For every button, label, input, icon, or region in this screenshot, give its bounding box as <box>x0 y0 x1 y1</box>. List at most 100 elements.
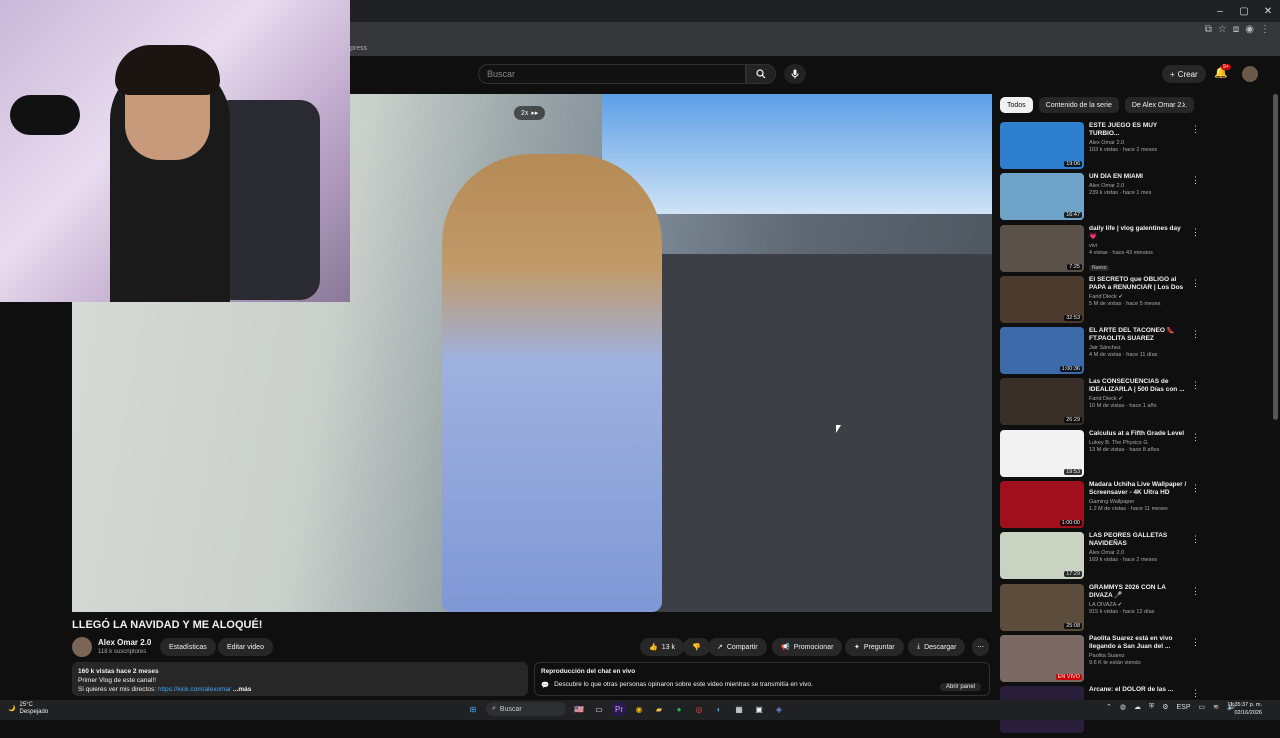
more-vert-icon[interactable]: ⋮ <box>1191 483 1200 494</box>
chrome-alt-icon[interactable]: ◎ <box>692 702 706 716</box>
channel-name[interactable]: Farid Dieck ✔ <box>1089 294 1189 300</box>
channel-name[interactable]: Alex Omar 2.0 <box>1089 550 1189 556</box>
spotify-icon[interactable]: ● <box>672 702 686 716</box>
tray-cloud-icon[interactable]: ☁ <box>1134 703 1141 711</box>
recommendation-item[interactable]: 17:29 LAS PEORES GALLETAS NAVIDEÑAS Alex O… <box>1000 532 1210 583</box>
chip-all[interactable]: Todos <box>1000 97 1033 113</box>
channel-name[interactable]: Farid Dieck ✔ <box>1089 396 1189 402</box>
recommendation-item[interactable]: 25:08 GRAMMYS 2026 CON LA DIVAZA 🎤 LA DIVA… <box>1000 583 1210 635</box>
taskbar-clock[interactable]: 11:35:37 p. m. 02/16/2026 <box>1227 701 1262 717</box>
recommendation-item[interactable]: 32:53 El SECRETO que OBLIGÓ al PAPA a REN… <box>1000 275 1210 327</box>
weather-widget[interactable]: 🌙 25°C Despejado <box>8 702 48 716</box>
channel-name[interactable]: Alex Omar 2.0 <box>1089 183 1189 189</box>
voice-search-button[interactable] <box>784 64 806 84</box>
recommendation-item[interactable]: 16:47 UN DÍA EN MIAMI Alex Omar 2.0 239 k v… <box>1000 173 1210 224</box>
profile-icon[interactable]: ◉ <box>1245 24 1254 35</box>
channel-name[interactable]: Lukey B. The Physics G <box>1089 440 1189 446</box>
create-button[interactable]: + Crear <box>1162 65 1206 83</box>
monitor-icon[interactable]: ▭ <box>1199 703 1206 711</box>
video-thumbnail[interactable]: 1:00:36 <box>1000 327 1084 375</box>
star-icon[interactable]: ☆ <box>1218 24 1227 35</box>
video-title[interactable]: ESTE JUEGO ES MUY TURBIO... <box>1089 122 1189 138</box>
video-title[interactable]: UN DÍA EN MIAMI <box>1089 173 1189 181</box>
recommendation-item[interactable]: 19:06 ESTE JUEGO ES MUY TURBIO... Alex Oma… <box>1000 122 1210 173</box>
edit-video-button[interactable]: Editar video <box>218 638 273 656</box>
tray-gear-icon[interactable]: ⚙ <box>1162 703 1168 711</box>
search-button[interactable] <box>746 64 776 84</box>
taskbar-search[interactable]: ⌕ Buscar <box>486 702 566 716</box>
chevron-right-icon[interactable]: › <box>1182 99 1185 110</box>
store-icon[interactable]: ▦ <box>732 702 746 716</box>
recommendation-item[interactable]: 1:00:36 EL ARTE DEL TACONEO 👠 FT.PAOLITA … <box>1000 327 1210 378</box>
channel-avatar[interactable] <box>72 637 92 657</box>
recommendation-item[interactable]: EN VIVO Paolita Suarez está en vivo llega… <box>1000 634 1210 686</box>
video-title[interactable]: Paolita Suarez está en vivo llegando a S… <box>1089 635 1189 651</box>
more-vert-icon[interactable]: ⋮ <box>1191 329 1200 340</box>
bookmark-fragment[interactable]: press <box>350 45 367 52</box>
tray-shield-icon[interactable]: ⛨ <box>1149 703 1154 711</box>
video-thumbnail[interactable]: 17:29 <box>1000 532 1084 580</box>
more-vert-icon[interactable]: ⋮ <box>1191 380 1200 391</box>
open-panel-button[interactable]: Abrir panel <box>939 683 981 691</box>
minimize-button[interactable]: – <box>1208 0 1232 22</box>
channel-name[interactable]: Paolita Suarez <box>1089 653 1189 659</box>
recommendation-item[interactable]: 26:29 Las CONSECUENCIAS de IDEALIZARLA | … <box>1000 378 1210 429</box>
channel-name[interactable]: LA DIVAZA ✔ <box>1089 602 1189 608</box>
scrollbar[interactable] <box>1273 94 1278 420</box>
task-view-icon[interactable]: ▭ <box>592 702 606 716</box>
chrome-icon[interactable]: ◉ <box>632 702 646 716</box>
desc-link[interactable]: https://kick.com/alexomar <box>158 686 231 693</box>
video-title[interactable]: Calculus at a Fifth Grade Level <box>1089 430 1189 438</box>
channel-name[interactable]: vivi <box>1089 243 1189 249</box>
discord-icon[interactable]: ◈ <box>772 702 786 716</box>
more-vert-icon[interactable]: ⋮ <box>1191 688 1200 699</box>
video-thumbnail[interactable]: EN VIVO <box>1000 634 1084 682</box>
ask-button[interactable]: ✦ Preguntar <box>845 638 904 656</box>
more-vert-icon[interactable]: ⋮ <box>1191 227 1200 238</box>
channel-name[interactable]: Alex Omar 2.0 <box>1089 140 1189 146</box>
video-thumbnail[interactable]: 26:29 <box>1000 378 1084 426</box>
like-button[interactable]: 👍 13 k <box>640 638 684 656</box>
video-thumbnail[interactable]: 1:00:00 <box>1000 481 1084 529</box>
tray-chevron-icon[interactable]: ⌃ <box>1106 703 1112 711</box>
account-avatar[interactable] <box>1242 66 1258 82</box>
folder-icon[interactable]: ▰ <box>652 702 666 716</box>
extensions-icon[interactable]: ⧈ <box>1233 24 1239 35</box>
chip-series[interactable]: Contenido de la serie <box>1038 97 1119 113</box>
premiere-icon[interactable]: Pr <box>612 702 626 716</box>
video-title[interactable]: GRAMMYS 2026 CON LA DIVAZA 🎤 <box>1089 584 1189 600</box>
menu-icon[interactable]: ⋮ <box>1260 24 1270 35</box>
more-vert-icon[interactable]: ⋮ <box>1191 534 1200 545</box>
video-thumbnail[interactable]: 19:06 <box>1000 122 1084 169</box>
video-title[interactable]: LAS PEORES GALLETAS NAVIDEÑAS <box>1089 532 1189 548</box>
more-actions-button[interactable]: ⋯ <box>972 638 989 656</box>
video-thumbnail[interactable]: 16:47 <box>1000 173 1084 221</box>
dislike-button[interactable]: 👎 <box>683 638 710 656</box>
video-title[interactable]: El SECRETO que OBLIGÓ al PAPA a RENUNCIA… <box>1089 276 1189 292</box>
more-vert-icon[interactable]: ⋮ <box>1191 175 1200 186</box>
edge-icon[interactable]: ◐ <box>712 702 726 716</box>
share-button[interactable]: ↗ Compartir <box>708 638 767 656</box>
video-title[interactable]: Arcane: el DOLOR de las ... <box>1089 686 1189 694</box>
video-title[interactable]: EL ARTE DEL TACONEO 👠 FT.PAOLITA SUAREZ <box>1089 327 1189 343</box>
tray-app-icon[interactable]: ◍ <box>1120 703 1126 711</box>
more-vert-icon[interactable]: ⋮ <box>1191 637 1200 648</box>
recommendation-item[interactable]: 7:25 daily life | vlog galentines day 💗 vi… <box>1000 224 1210 276</box>
download-button[interactable]: ⤓ Descargar <box>908 638 966 656</box>
channel-name[interactable]: Alex Omar 2.0 <box>98 638 151 647</box>
terminal-icon[interactable]: ▣ <box>752 702 766 716</box>
recommendation-item[interactable]: 19:53 Calculus at a Fifth Grade Level Luke… <box>1000 429 1210 481</box>
language-indicator[interactable]: ESP <box>1177 704 1191 711</box>
video-title[interactable]: Las CONSECUENCIAS de IDEALIZARLA | 500 D… <box>1089 378 1189 394</box>
maximize-button[interactable]: ▢ <box>1232 0 1256 22</box>
windows-start-icon[interactable]: ⊞ <box>466 702 480 716</box>
wifi-icon[interactable]: ≋ <box>1213 703 1219 711</box>
cast-icon[interactable]: ⧉ <box>1205 24 1212 35</box>
search-input[interactable]: Buscar <box>478 64 746 84</box>
stats-button[interactable]: Estadísticas <box>160 638 216 656</box>
video-thumbnail[interactable]: 7:25 <box>1000 224 1084 272</box>
more-vert-icon[interactable]: ⋮ <box>1191 278 1200 289</box>
description-box[interactable]: 160 k vistas hace 2 meses Primer Vlog de… <box>72 662 528 696</box>
flag-icon[interactable]: 🇺🇸 <box>572 702 586 716</box>
video-title[interactable]: daily life | vlog galentines day 💗 <box>1089 225 1189 241</box>
